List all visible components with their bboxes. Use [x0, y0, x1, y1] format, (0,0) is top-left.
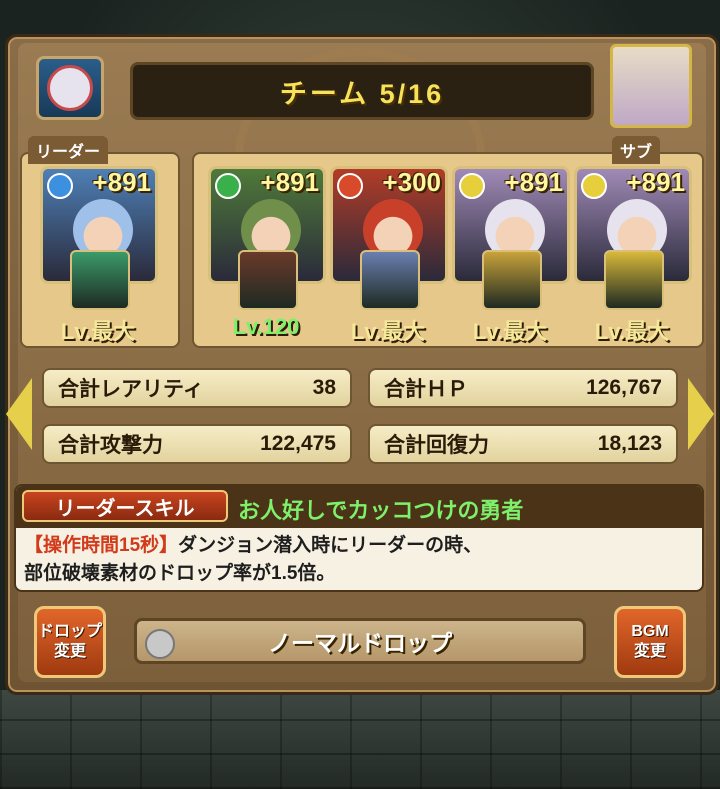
drop-type-label: ノーマルドロップ [268, 630, 452, 656]
drop-change-label-1: ドロップ [37, 623, 102, 640]
leader-skill-desc-1: ダンジョン潜入時にリーダーの時、 [178, 535, 483, 556]
drop-type-bar[interactable]: ノーマルドロップ [134, 618, 586, 664]
attribute-orb-icon [215, 173, 241, 199]
assist-equip-sub4[interactable] [604, 250, 664, 310]
assist-equip-sub3[interactable] [482, 250, 542, 310]
bgm-change-label-2: 変更 [633, 643, 666, 660]
stone-floor [0, 690, 720, 789]
stat-attack: 合計攻撃力 122,475 [42, 424, 352, 464]
leader-skill-highlight: 【操作時間15秒】 [24, 535, 179, 556]
bgm-change-label-1: BGM [631, 623, 669, 640]
attribute-orb-icon [337, 173, 363, 199]
attribute-orb-icon [581, 173, 607, 199]
stat-recovery-value: 18,123 [597, 432, 662, 455]
assist-equip-sub2[interactable] [360, 250, 420, 310]
level-label-sub1: Lv.120 [232, 314, 300, 339]
drop-change-button[interactable]: ドロップ 変更 [34, 606, 106, 678]
assist-equip-sub1[interactable] [238, 250, 298, 310]
level-label-leader: Lv.最大 [60, 319, 136, 344]
leader-skill-description: 【操作時間15秒】ダンジョン潜入時にリーダーの時、 部位破壊素材のドロップ率が1… [24, 532, 694, 588]
assist-equip-leader[interactable] [70, 250, 130, 310]
level-label-sub2: Lv.最大 [350, 319, 426, 344]
stat-recovery-label: 合計回復力 [384, 434, 489, 457]
stat-recovery: 合計回復力 18,123 [368, 424, 678, 464]
plus-value: +891 [504, 167, 563, 197]
sub-tag: サブ [612, 136, 661, 164]
stat-hp: 合計ＨＰ 126,767 [368, 368, 678, 408]
left-arrow-icon[interactable] [6, 378, 32, 450]
plus-value: +891 [626, 167, 685, 197]
right-arrow-icon[interactable] [688, 378, 714, 450]
drop-orb-icon [145, 629, 175, 659]
attribute-orb-icon [459, 173, 485, 199]
bgm-change-button[interactable]: BGM 変更 [614, 606, 686, 678]
leader-skill-name: お人好しでカッコつけの勇者 [238, 498, 524, 523]
stat-hp-label: 合計ＨＰ [384, 378, 468, 401]
level-label-sub4: Lv.最大 [594, 319, 670, 344]
mascot-icon [47, 65, 93, 111]
leader-skill-line-1: 【操作時間15秒】ダンジョン潜入時にリーダーの時、 [24, 532, 694, 560]
leader-skill-desc-2: 部位破壊素材のドロップ率が1.5倍。 [24, 563, 336, 584]
stat-hp-value: 126,767 [586, 376, 662, 399]
title-bar: チーム 5/16 [130, 62, 594, 120]
plus-value: +891 [92, 167, 151, 197]
stat-attack-value: 122,475 [260, 432, 336, 455]
team-menu-button[interactable] [36, 56, 104, 120]
leader-skill-box: リーダースキル お人好しでカッコつけの勇者 【操作時間15秒】ダンジョン潜入時に… [14, 484, 704, 592]
stat-rarity-value: 38 [312, 376, 336, 399]
drop-change-label-2: 変更 [53, 643, 86, 660]
leader-skill-badge: リーダースキル [22, 490, 228, 522]
team-title: チーム 5/16 [279, 78, 445, 109]
stat-rarity: 合計レアリティ 38 [42, 368, 352, 408]
plus-value: +300 [382, 167, 441, 197]
leader-tag: リーダー [28, 136, 109, 164]
level-label-sub3: Lv.最大 [472, 319, 548, 344]
attribute-orb-icon [47, 173, 73, 199]
sub-leader-preview-card[interactable] [610, 44, 692, 128]
stat-rarity-label: 合計レアリティ [58, 378, 204, 401]
plus-value: +891 [260, 167, 319, 197]
stat-attack-label: 合計攻撃力 [58, 434, 163, 457]
